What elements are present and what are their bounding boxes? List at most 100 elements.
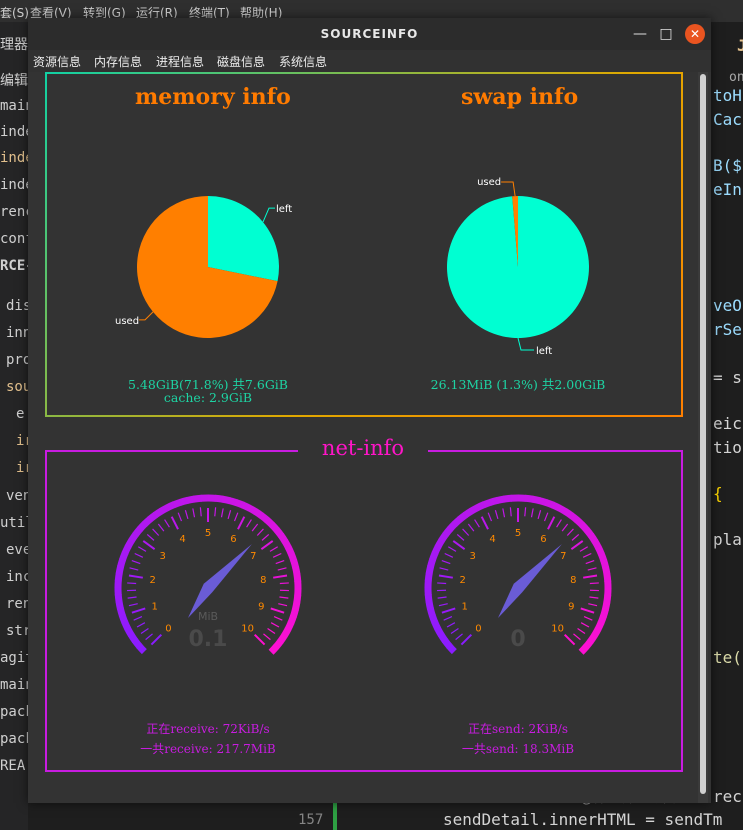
gauge-arc-segment [551, 501, 562, 512]
explorer-item[interactable]: 编辑器 [0, 70, 30, 90]
gauge-tick-label: 0 [475, 624, 481, 635]
gauge-arc-segment [538, 497, 548, 506]
explorer-item[interactable]: e [16, 406, 24, 422]
explorer-item[interactable]: pack [0, 731, 30, 747]
send-total-text: 一共send: 18.3MiB [461, 742, 575, 756]
gauge-arc-segment [579, 521, 590, 533]
gauge-tick [253, 633, 266, 646]
gauge-arc-segment [121, 620, 131, 631]
minimize-button[interactable]: — [630, 24, 650, 44]
gauge-tick-label: 5 [205, 528, 211, 539]
gauge-tick [127, 582, 137, 585]
gauge-tick-label: 8 [260, 575, 266, 586]
gauge-arc-segment [119, 551, 129, 562]
explorer-item[interactable]: renc [0, 204, 30, 220]
gauge-tick [577, 627, 586, 635]
explorer-item[interactable]: utils [0, 515, 30, 531]
gauge-arc-segment [281, 539, 292, 550]
gauge-tick [589, 582, 599, 585]
gauge-tick [256, 528, 264, 536]
explorer-item[interactable]: ven [6, 488, 30, 504]
scrollbar-thumb[interactable] [700, 74, 706, 794]
gauge-tick [263, 633, 271, 641]
gauge-arc-segment [287, 614, 297, 625]
receive-total-text: 一共receive: 217.7MiB [140, 742, 276, 756]
gauge-tick [279, 596, 289, 599]
explorer-item[interactable]: main [0, 677, 30, 693]
explorer-item[interactable]: RCE- [0, 258, 30, 274]
gauge-tick [437, 582, 447, 585]
gauge-arc-segment [489, 496, 499, 506]
title-bar[interactable]: SOURCEINFO — □ ✕ [28, 18, 711, 50]
gauge-tick [573, 633, 581, 641]
leader-line-used [139, 311, 154, 321]
close-button[interactable]: ✕ [685, 24, 705, 44]
gauge-tick [494, 510, 499, 520]
explorer-item[interactable]: inde [0, 150, 30, 166]
gauge-arc-segment [127, 632, 139, 643]
gauge-arc-segment [221, 495, 231, 505]
pie-label-used: used [477, 177, 501, 188]
explorer-item[interactable]: inde [0, 177, 30, 193]
gauge-tick [267, 627, 276, 635]
gauge-arc-segment [268, 644, 280, 655]
gauge-tick [131, 607, 146, 614]
gauge-arc-segment [290, 608, 299, 618]
gauge-arc-segment [115, 565, 125, 575]
swap-info-title: swap info [461, 84, 579, 110]
gauge-arc-segment [524, 494, 534, 503]
gauge-arc-segment [457, 511, 468, 523]
gauge-arc-segment [431, 544, 442, 555]
menu-memory-info[interactable]: 内存信息 [94, 53, 142, 70]
explorer-item[interactable]: str [6, 623, 30, 639]
gauge-tick [214, 507, 217, 517]
explorer-item[interactable]: sou [6, 379, 30, 395]
gauge-tick [561, 523, 569, 532]
ide-menu-item[interactable]: 套(S) [0, 4, 29, 21]
leader-line-left [517, 337, 534, 351]
git-change-bar [333, 800, 337, 830]
gauge-arc-segment [463, 507, 474, 519]
gauge-tick [136, 622, 146, 628]
gauge-tick [462, 528, 470, 536]
gauge-tick [273, 616, 283, 621]
gauge-arc-segment [442, 526, 453, 538]
explorer-item[interactable]: eve [6, 542, 30, 558]
gauge-tick [270, 607, 285, 614]
explorer-item[interactable]: inn [6, 325, 30, 341]
gauge-arc-segment [285, 545, 295, 556]
gauge-arc-segment [591, 627, 602, 638]
explorer-item[interactable]: inde [0, 124, 30, 140]
gauge-tick [587, 567, 597, 571]
gauge-arc-segment [578, 644, 590, 655]
gauge-tick [563, 633, 576, 646]
menu-resource-info[interactable]: 资源信息 [33, 53, 81, 70]
editor-text: eIn [713, 180, 742, 199]
menu-disk-info[interactable]: 磁盘信息 [217, 53, 265, 70]
explorer-item[interactable]: REA [0, 758, 25, 774]
editor-text: B($ [713, 156, 742, 175]
maximize-button[interactable]: □ [656, 24, 676, 44]
gauge-tick-label: 6 [230, 534, 236, 545]
explorer-item[interactable]: 理器 [0, 34, 28, 54]
explorer-item[interactable]: ren [6, 596, 30, 612]
gauge-arc-segment [136, 521, 148, 532]
gauge-tick [142, 540, 156, 551]
menu-process-info[interactable]: 进程信息 [156, 53, 204, 70]
explorer-item[interactable]: pack [0, 704, 30, 720]
gauge-arc-segment [264, 516, 275, 528]
gauge-arc-segment [136, 643, 147, 655]
explorer-item[interactable]: main [0, 98, 30, 114]
explorer-item[interactable]: conf [0, 231, 30, 247]
gauge-arc-segment [214, 494, 224, 503]
explorer-item[interactable]: inc [6, 569, 30, 585]
menu-system-info[interactable]: 系统信息 [279, 53, 327, 70]
explorer-item[interactable]: dis [6, 298, 30, 314]
gauge-arc-segment [603, 594, 612, 604]
gauge-arc-segment [597, 552, 608, 563]
explorer-item[interactable]: pro [6, 352, 30, 368]
gauge-arc-segment [431, 620, 441, 631]
gauge-tick [273, 574, 288, 579]
explorer-item[interactable]: agitig [0, 650, 30, 666]
gauge-arc-segment [531, 495, 541, 505]
